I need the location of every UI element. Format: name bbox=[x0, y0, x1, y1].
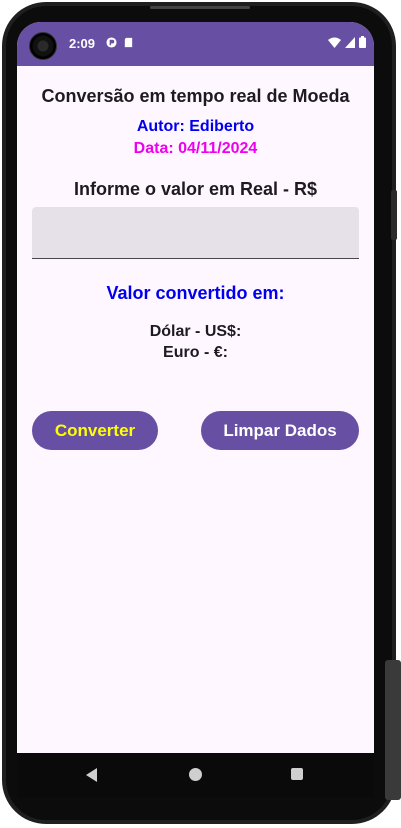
dolar-result-label: Dólar - US$: bbox=[149, 323, 242, 340]
clear-data-button[interactable]: Limpar Dados bbox=[201, 411, 359, 450]
nav-recents-icon[interactable] bbox=[291, 768, 303, 780]
page-title: Conversão em tempo real de Moeda bbox=[41, 86, 350, 106]
navigation-bar bbox=[17, 753, 374, 797]
status-icons bbox=[328, 36, 366, 48]
sd-card-icon bbox=[124, 37, 133, 48]
real-value-input[interactable] bbox=[32, 207, 359, 259]
convert-button[interactable]: Converter bbox=[32, 411, 158, 450]
signal-icon bbox=[345, 36, 355, 48]
status-time: 2:09 bbox=[69, 36, 96, 51]
author-label: Autor: Ediberto bbox=[136, 118, 255, 135]
volume-rocker bbox=[385, 660, 401, 800]
input-prompt-label: Informe o valor em Real - R$ bbox=[73, 179, 318, 199]
nav-back-icon[interactable] bbox=[86, 768, 97, 782]
battery-icon bbox=[359, 36, 366, 48]
converted-title: Valor convertido em: bbox=[106, 283, 285, 303]
status-bar: 2:09 bbox=[17, 22, 374, 66]
power-button bbox=[391, 190, 397, 240]
camera-icon bbox=[29, 32, 57, 60]
device-top-edge bbox=[150, 6, 250, 9]
date-label: Data: 04/11/2024 bbox=[133, 140, 258, 157]
nav-home-icon[interactable] bbox=[189, 768, 202, 781]
euro-result-label: Euro - €: bbox=[163, 344, 228, 361]
status-notification-icon bbox=[106, 37, 117, 48]
app-screen: 2:09 Conversão em tempo real de Moeda Au… bbox=[17, 22, 374, 753]
wifi-icon bbox=[328, 37, 341, 48]
